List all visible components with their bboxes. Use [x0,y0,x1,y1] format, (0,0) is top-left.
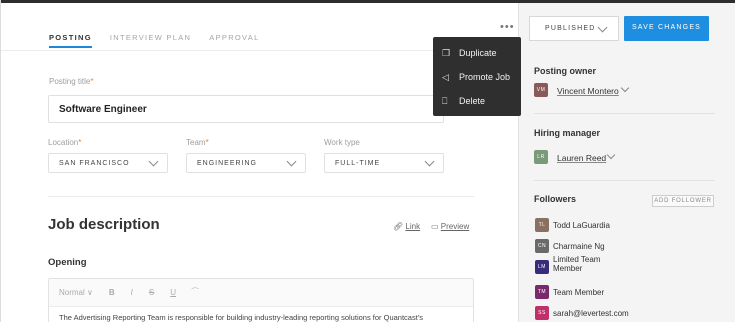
location-select-value: SAN FRANCISCO [59,160,130,167]
avatar: TL [535,218,549,232]
sidebar-divider [534,113,715,114]
posting-owner-name[interactable]: Vincent Montero [557,86,619,96]
trash-icon: ⎕ [442,95,448,106]
sidebar-divider [534,180,715,181]
menu-item-label: Duplicate [459,48,497,58]
preview-label: Preview [440,222,470,231]
avatar: LR [534,150,548,164]
duplicate-icon: ❐ [442,47,451,58]
italic-button[interactable]: I [131,288,133,297]
chevron-down-icon [424,156,435,167]
avatar: SS [535,306,549,320]
followers-title: Followers [534,194,577,204]
follower-name: Team Member [553,288,605,297]
underline-button[interactable]: U [170,288,176,297]
hiring-manager-title: Hiring manager [534,128,601,138]
team-label: Team* [186,138,209,147]
hiring-manager-name[interactable]: Lauren Reed [557,153,606,163]
tab-posting[interactable]: POSTING [49,33,92,48]
posting-owner-title: Posting owner [534,66,597,76]
posting-title-input[interactable]: Software Engineer [48,95,444,123]
team-select-value: ENGINEERING [197,160,258,167]
more-options-button[interactable]: ••• [500,21,515,33]
opening-editor[interactable]: Normal ∨ B I S U ⁀ The Advertising Repor… [48,278,474,322]
menu-item-label: Promote Job [459,72,511,82]
follower-name: Todd LaGuardia [553,221,610,230]
team-label-text: Team [186,138,206,147]
team-select[interactable]: ENGINEERING [186,153,306,173]
strikethrough-button[interactable]: S [149,288,154,297]
text-style-label: Normal [59,288,85,297]
work-type-label: Work type [324,138,360,147]
opening-heading: Opening [48,257,87,268]
follower-name: sarah@levertest.com [553,309,629,318]
required-marker: * [205,138,209,147]
published-status-button[interactable]: PUBLISHED [529,16,619,41]
menu-item-label: Delete [459,96,486,106]
tab-interview-plan[interactable]: INTERVIEW PLAN [110,33,191,48]
posting-title-label-text: Posting title [49,77,91,86]
link-icon[interactable]: ⁀ [192,288,198,297]
required-marker: * [78,138,82,147]
link-button[interactable]: 🔗︎ Link [393,222,420,231]
avatar: LM [535,260,549,274]
avatar: VM [534,83,548,97]
location-label: Location* [48,138,81,147]
required-marker: * [90,77,94,86]
monitor-icon: ▭ [431,222,439,231]
location-select[interactable]: SAN FRANCISCO [48,153,168,173]
text-style-select[interactable]: Normal ∨ [59,288,93,297]
work-type-select-value: FULL-TIME [335,160,381,167]
chevron-down-icon [286,156,297,167]
add-follower-button[interactable]: ADD FOLLOWER [652,195,714,207]
work-type-select[interactable]: FULL-TIME [324,153,444,173]
bold-button[interactable]: B [109,288,115,297]
editor-toolbar: Normal ∨ B I S U ⁀ [49,279,473,307]
more-options-menu: ❐ Duplicate ◁ Promote Job ⎕ Delete [433,37,521,116]
editor-content[interactable]: The Advertising Reporting Team is respon… [49,307,473,322]
chevron-down-icon [597,22,608,33]
job-description-title: Job description [48,216,160,233]
location-label-text: Location [48,138,79,147]
megaphone-icon: ◁ [442,71,449,82]
link-label: Link [405,222,421,231]
published-label: PUBLISHED [545,25,596,32]
menu-item-delete[interactable]: ⎕ Delete [433,89,521,113]
posting-title-label: Posting title* [49,77,93,86]
follower-name: Limited Team Member [553,255,601,273]
sidebar [518,3,735,322]
tab-approval[interactable]: APPROVAL [209,33,259,48]
save-changes-button[interactable]: SAVE CHANGES [624,16,709,41]
preview-button[interactable]: ▭ Preview [431,222,469,231]
section-divider [48,196,474,197]
tab-bar: POSTING INTERVIEW PLAN APPROVAL [49,33,260,48]
menu-item-duplicate[interactable]: ❐ Duplicate [433,41,521,65]
app-root: POSTING INTERVIEW PLAN APPROVAL ••• Post… [0,0,735,322]
avatar: TM [535,285,549,299]
follower-name: Charmaine Ng [553,242,605,251]
link-icon: 🔗︎ [393,222,404,231]
avatar: CN [535,239,549,253]
menu-item-promote-job[interactable]: ◁ Promote Job [433,65,521,89]
chevron-down-icon [148,156,159,167]
